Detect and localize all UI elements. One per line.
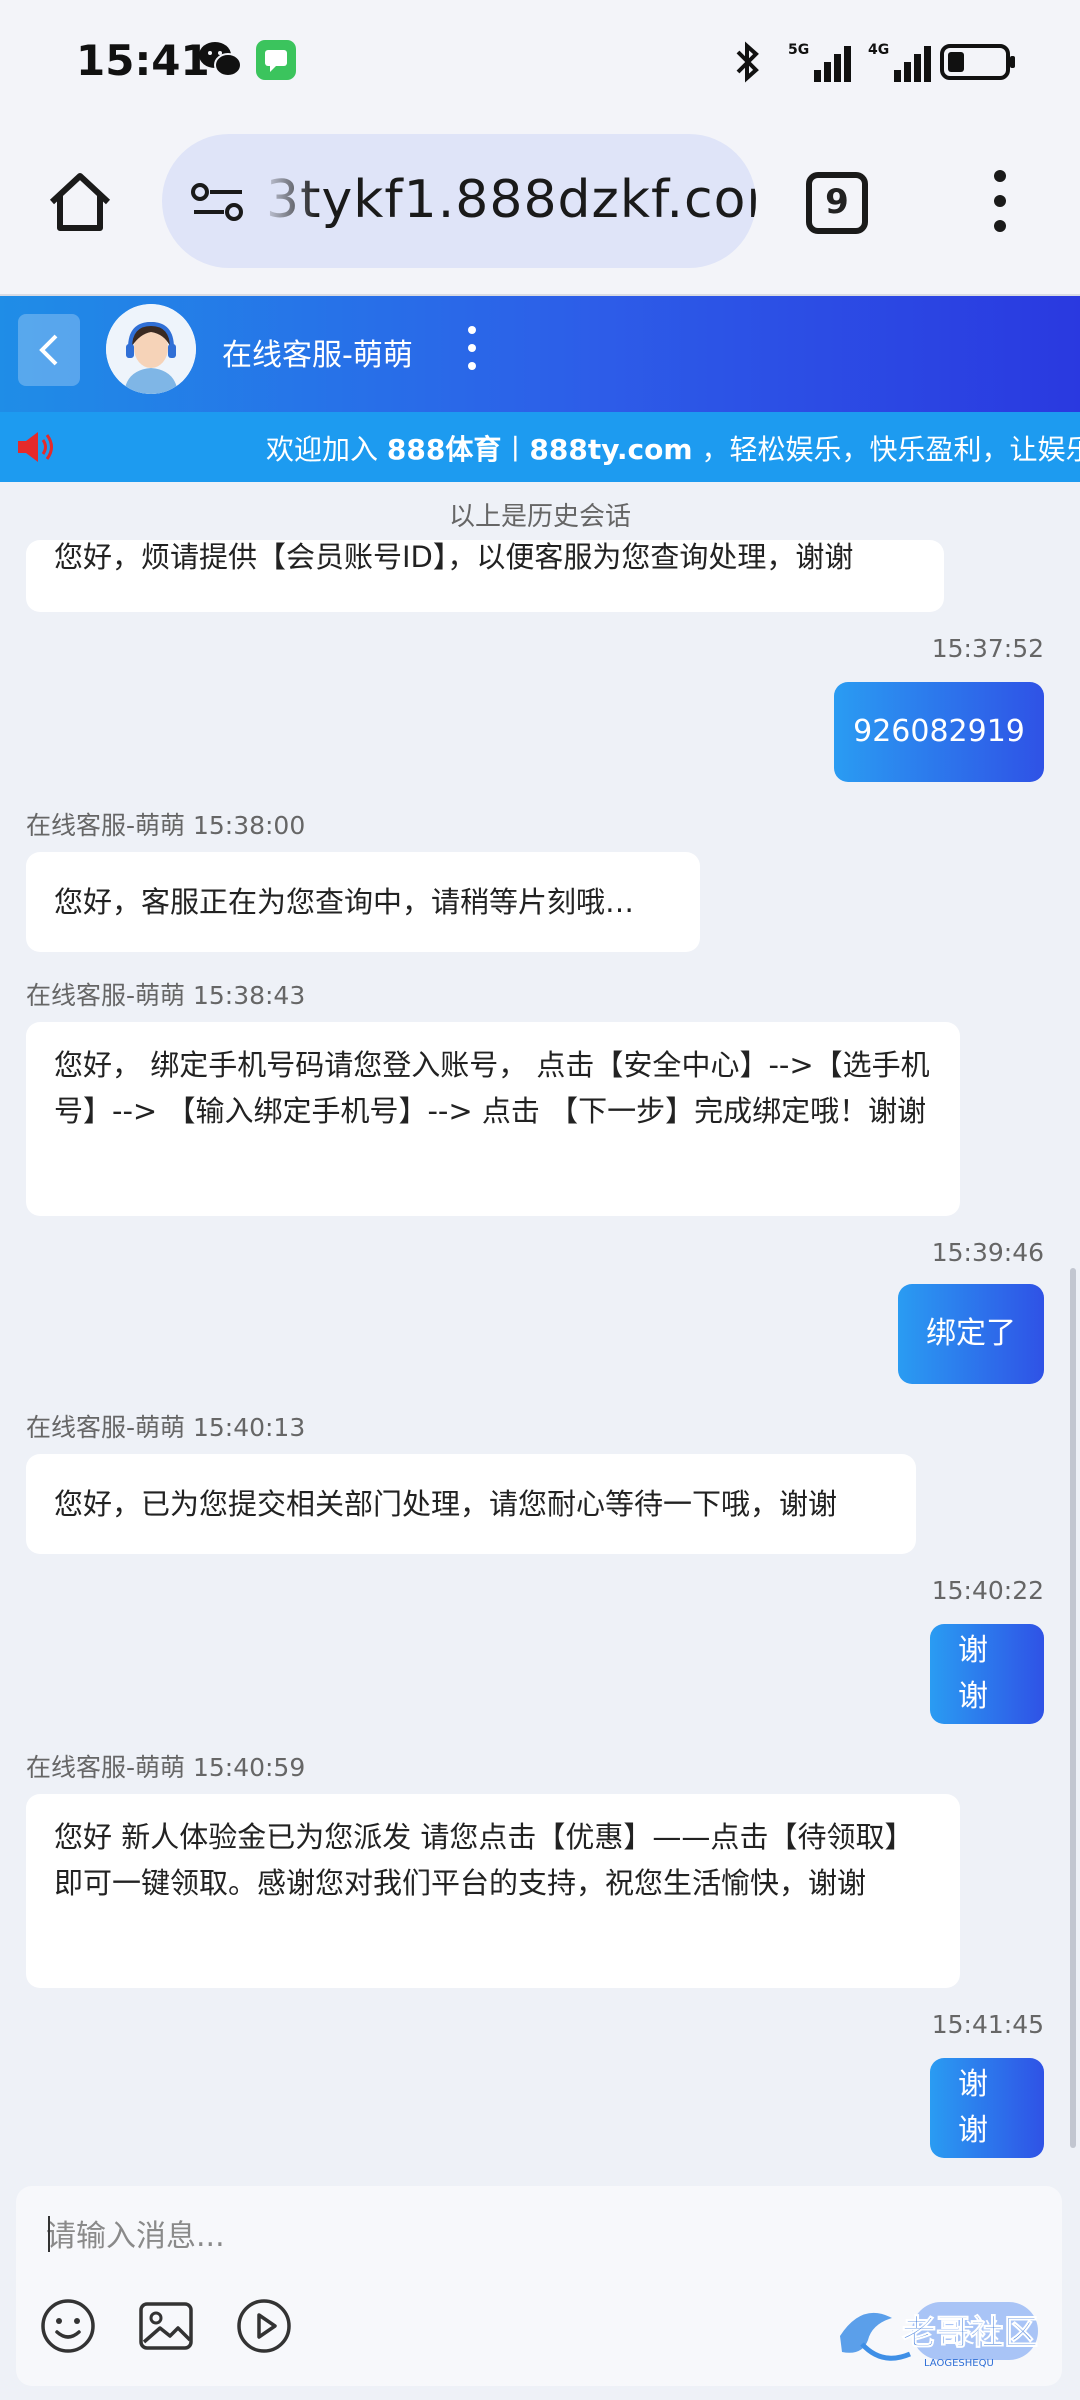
chat-header: 在线客服-萌萌 bbox=[0, 296, 1080, 412]
battery-icon bbox=[940, 44, 1015, 80]
site-settings-icon[interactable] bbox=[190, 182, 246, 222]
url-fade bbox=[258, 134, 318, 268]
agent-message-bubble: 您好，已为您提交相关部门处理，请您耐心等待一下哦，谢谢 bbox=[26, 1454, 916, 1554]
message-text: 您好，客服正在为您查询中，请稍等片刻哦… bbox=[54, 885, 635, 919]
announcement-text: 欢迎加入 888体育丨888ty.com ，轻松娱乐，快乐盈利，让娱乐更 bbox=[266, 428, 1080, 468]
user-message-bubble: 谢谢 bbox=[930, 2058, 1044, 2158]
signal-4g-icon: 4G bbox=[868, 42, 931, 82]
signal-5g-icon: 5G bbox=[788, 42, 851, 82]
message-timestamp: 15:40:22 bbox=[931, 1576, 1044, 1605]
bluetooth-icon bbox=[736, 41, 759, 83]
announcement-brand: 888体育 bbox=[386, 433, 502, 466]
chat-menu-icon[interactable] bbox=[462, 326, 482, 382]
history-divider: 以上是历史会话 bbox=[448, 502, 631, 532]
emoji-icon[interactable] bbox=[38, 2296, 98, 2356]
message-sender-time: 在线客服-萌萌 15:40:59 bbox=[26, 1753, 306, 1782]
user-message-bubble: 绑定了 bbox=[898, 1284, 1044, 1384]
announcement-prefix: 欢迎加入 bbox=[266, 433, 387, 466]
user-message-bubble: 谢谢 bbox=[930, 1624, 1044, 1724]
user-message-bubble: 926082919 bbox=[834, 682, 1044, 782]
message-sender-time: 在线客服-萌萌 15:40:13 bbox=[26, 1413, 306, 1442]
network-5g-label: 5G bbox=[788, 42, 809, 58]
tab-switcher-button[interactable]: 9 bbox=[806, 172, 868, 234]
home-icon[interactable] bbox=[44, 166, 116, 238]
text-caret bbox=[48, 2216, 50, 2252]
message-timestamp: 15:41:45 bbox=[931, 2010, 1044, 2039]
message-sender-time: 在线客服-萌萌 15:38:43 bbox=[26, 981, 306, 1010]
message-text: 您好 新人体验金已为您派发 请您点击【优惠】——点击【待领取】即可一键领取。感谢… bbox=[54, 1820, 914, 1900]
wechat-icon bbox=[199, 42, 242, 77]
chevron-left-icon bbox=[39, 334, 58, 366]
message-text: 您好，烦请提供【会员账号ID】，以便客服为您查询处理，谢谢 bbox=[54, 540, 854, 574]
message-text: 您好， 绑定手机号码请您登入账号， 点击【安全中心】-->【选手机号】--> 【… bbox=[54, 1048, 930, 1128]
video-icon[interactable] bbox=[234, 2296, 294, 2356]
message-sender-time: 在线客服-萌萌 15:38:00 bbox=[26, 811, 306, 840]
message-timestamp: 15:37:52 bbox=[931, 634, 1044, 663]
chat-message-list[interactable]: 以上是历史会话 您好，烦请提供【会员账号ID】，以便客服为您查询处理，谢谢 15… bbox=[0, 482, 1080, 2170]
browser-toolbar: 3tykf1.888dzkf.com 9 bbox=[0, 120, 1080, 296]
message-input[interactable] bbox=[46, 2206, 646, 2266]
messages-icon bbox=[256, 40, 296, 80]
announcement-separator: 丨 bbox=[501, 433, 530, 466]
community-watermark-logo: 老哥社区 LAOGESHEQU bbox=[840, 2313, 1039, 2369]
agent-avatar bbox=[106, 304, 196, 394]
agent-message-bubble: 您好，烦请提供【会员账号ID】，以便客服为您查询处理，谢谢 bbox=[26, 540, 944, 612]
announcement-bar: 欢迎加入 888体育丨888ty.com ，轻松娱乐，快乐盈利，让娱乐更 bbox=[0, 412, 1080, 482]
message-timestamp: 15:39:46 bbox=[931, 1238, 1044, 1267]
status-bar: 15:41 5G 4G bbox=[0, 0, 1080, 120]
status-time: 15:41 bbox=[76, 36, 210, 85]
browser-menu-icon[interactable] bbox=[982, 170, 1018, 236]
announcement-suffix: ，轻松娱乐，快乐盈利，让娱乐更 bbox=[692, 433, 1080, 466]
back-button[interactable] bbox=[18, 314, 80, 386]
address-bar[interactable]: 3tykf1.888dzkf.com bbox=[162, 134, 756, 268]
agent-message-bubble: 您好 新人体验金已为您派发 请您点击【优惠】——点击【待领取】即可一键领取。感谢… bbox=[26, 1794, 960, 1988]
url-text[interactable]: 3tykf1.888dzkf.com bbox=[266, 170, 756, 230]
watermark-title: 老哥社区 bbox=[902, 2313, 1038, 2353]
network-4g-label: 4G bbox=[868, 42, 889, 58]
agent-message-bubble: 您好， 绑定手机号码请您登入账号， 点击【安全中心】-->【选手机号】--> 【… bbox=[26, 1022, 960, 1216]
message-text: 您好，已为您提交相关部门处理，请您耐心等待一下哦，谢谢 bbox=[54, 1487, 838, 1521]
agent-name: 在线客服-萌萌 bbox=[222, 338, 413, 373]
chat-scrollbar[interactable] bbox=[1070, 1268, 1076, 2148]
watermark-subtitle: LAOGESHEQU bbox=[924, 2358, 994, 2369]
agent-message-bubble: 您好，客服正在为您查询中，请稍等片刻哦… bbox=[26, 852, 700, 952]
speaker-icon bbox=[18, 432, 53, 462]
image-icon[interactable] bbox=[136, 2296, 196, 2356]
announcement-site: 888ty.com bbox=[529, 433, 693, 466]
